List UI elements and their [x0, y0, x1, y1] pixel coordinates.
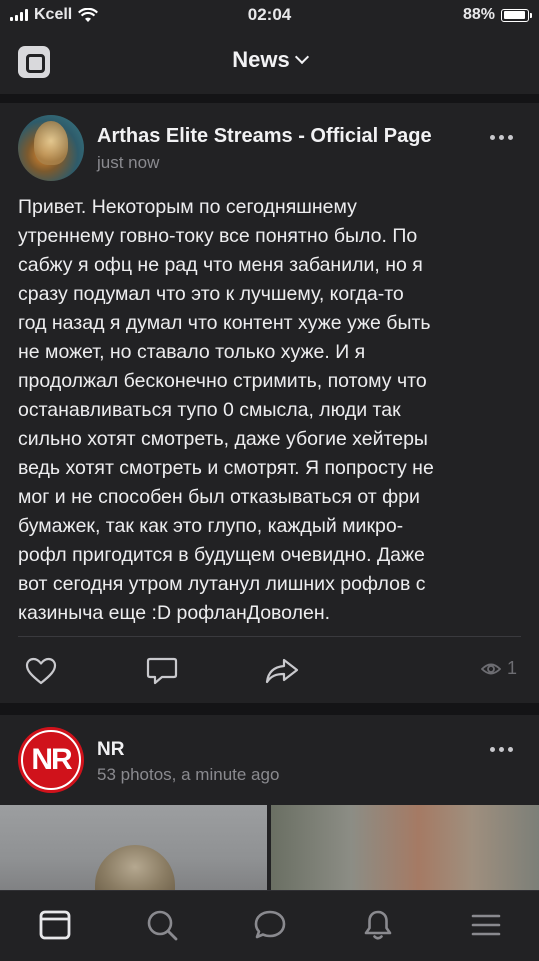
page-title: News [232, 47, 290, 72]
post-photo[interactable] [0, 805, 267, 900]
status-bar: Kcell 02:04 88% [0, 0, 539, 32]
post-line: мог и не способен был отказываться от фр… [18, 486, 420, 508]
post-author[interactable]: NR [97, 739, 124, 761]
eye-icon [480, 663, 501, 674]
nav-bar: News [0, 32, 539, 94]
post-line: продолжал бесконечно стримить, потому чт… [18, 370, 427, 392]
views-count: 1 [480, 658, 517, 679]
post-author[interactable]: Arthas Elite Streams - Official Page [97, 125, 432, 148]
author-avatar[interactable] [18, 115, 84, 181]
chevron-down-icon [294, 49, 309, 65]
post-photo[interactable] [271, 805, 539, 895]
post-card: Arthas Elite Streams - Official Page jus… [0, 103, 539, 703]
post-line: не может, но ставало только хуже. И я [18, 341, 366, 363]
post-line: сразу подумал что это к лучшему, когда-т… [18, 283, 404, 305]
nr-avatar[interactable]: NR [18, 727, 84, 793]
views-number: 1 [506, 658, 517, 678]
battery-percent: 88% [462, 6, 495, 23]
status-time: 02:04 [247, 5, 292, 24]
battery-icon [501, 8, 532, 22]
post-line: год назад я думал что контент хуже уже б… [18, 312, 431, 334]
post-meta: 53 photos, a minute ago [97, 765, 280, 784]
share-icon[interactable] [264, 656, 300, 686]
post-text: Привет. Некоторым по сегодняшнему утренн… [18, 193, 528, 628]
post-line: Привет. Некоторым по сегодняшнему [18, 196, 357, 218]
status-right: 88% [462, 6, 532, 24]
post-line: утреннему говно-току все понятно было. П… [18, 225, 418, 247]
heart-icon[interactable] [24, 656, 58, 686]
more-options-icon[interactable] [490, 747, 513, 752]
post-line: сильно хотят смотреть, даже убогие хейте… [18, 428, 428, 450]
post-line: останавливаться тупо 0 смысла, люди так [18, 399, 401, 421]
post-line: рофл пригодится в будущем очевидно. Даже [18, 544, 425, 566]
notifications-icon[interactable] [360, 907, 396, 943]
menu-icon[interactable] [468, 907, 504, 943]
post-time: just now [97, 153, 160, 172]
messages-icon[interactable] [252, 907, 288, 943]
news-icon[interactable] [37, 907, 73, 943]
comment-icon[interactable] [146, 656, 178, 686]
search-icon[interactable] [144, 907, 180, 943]
post-line: казиныча еще :D рофланДоволен. [18, 602, 331, 624]
post-line: сабжу я офц не рад что меня забанили, но… [18, 254, 423, 276]
tab-bar [0, 890, 539, 961]
news-dropdown[interactable]: News [0, 47, 539, 73]
post-line: ведь хотят смотреть и смотрят. Я попрост… [18, 457, 434, 479]
post-line: бумажек, так как это глупо, каждый микро… [18, 515, 404, 537]
post-line: вот сегодня утром лутанул лишних рофлов … [18, 573, 426, 595]
post-actions: 1 [0, 636, 539, 703]
more-options-icon[interactable] [490, 135, 513, 140]
